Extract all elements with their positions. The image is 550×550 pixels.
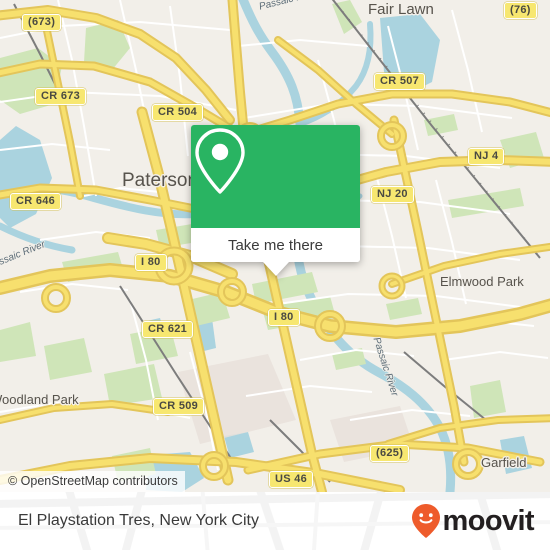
road-shield: NJ 4 (468, 148, 505, 165)
road-shield: CR 509 (153, 398, 205, 415)
road-shield: (625) (370, 445, 410, 462)
road-shield: CR 646 (10, 193, 62, 210)
take-me-there-button[interactable]: Take me there (191, 228, 360, 262)
road-shield: NJ 20 (371, 186, 414, 203)
map-pin-icon (195, 128, 245, 194)
road-shield: CR 673 (35, 88, 87, 105)
place-label-paterson: Paterson (122, 170, 199, 191)
popup-body: Take me there (191, 125, 360, 262)
place-label-woodland-park: Woodland Park (0, 392, 79, 407)
road-shield: CR 504 (152, 104, 204, 121)
road-shield: I 80 (268, 309, 300, 326)
place-label-elmwood-park: Elmwood Park (440, 274, 524, 289)
place-label-fair-lawn: Fair Lawn (368, 1, 434, 18)
map-canvas[interactable]: Passaic River Passaic River Passaic Rive… (0, 0, 550, 492)
road-shield: US 46 (269, 471, 314, 488)
moovit-logo[interactable]: moovit (411, 492, 535, 550)
road-shield: CR 621 (142, 321, 194, 338)
footer-bar: El Playstation Tres, New York City moovi… (0, 492, 550, 550)
road-shield: (76) (504, 2, 537, 19)
moovit-wordmark: moovit (442, 504, 535, 537)
road-shield: CR 507 (374, 73, 426, 90)
moovit-map-page: Passaic River Passaic River Passaic Rive… (0, 0, 550, 550)
road-shield: I 80 (135, 254, 167, 271)
popup-header (191, 125, 360, 228)
moovit-pin-smile-icon (411, 504, 440, 538)
take-me-there-label: Take me there (227, 236, 324, 254)
popup-pointer (262, 262, 289, 276)
map-attribution[interactable]: © OpenStreetMap contributors (0, 471, 185, 492)
location-title: El Playstation Tres, New York City (18, 512, 259, 529)
road-shield: (673) (22, 14, 62, 31)
destination-popup[interactable]: Take me there (191, 125, 360, 276)
place-label-garfield: Garfield (481, 455, 527, 470)
